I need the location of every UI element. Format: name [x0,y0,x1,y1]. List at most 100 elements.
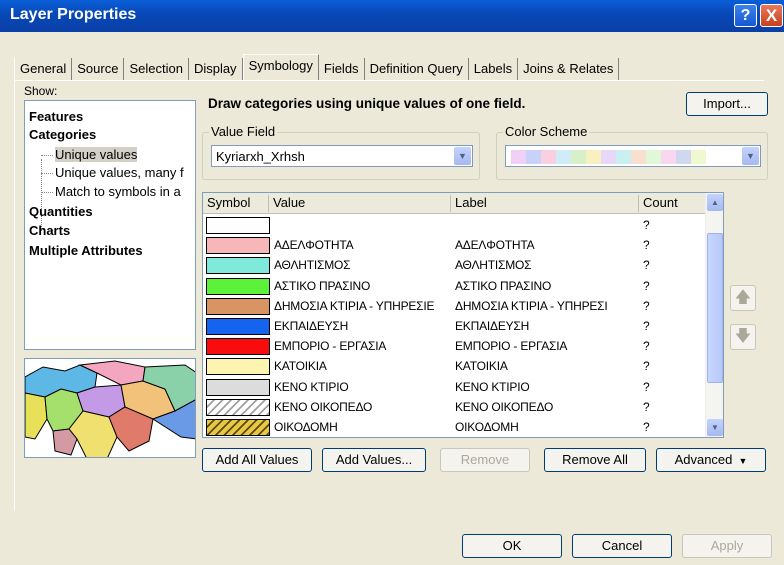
color-ramp-swatch [646,150,661,164]
map-preview [25,359,195,457]
color-scheme-select[interactable]: ▼ [505,145,761,167]
color-ramp-swatch [601,150,616,164]
tab-definition-query[interactable]: Definition Query [365,58,469,80]
remove-button[interactable]: Remove [440,448,530,472]
color-ramp-swatch [691,150,706,164]
tab-general[interactable]: General [14,58,73,80]
table-row[interactable]: ΚΕΝΟ ΚΤΙΡΙΟ ΚΕΝΟ ΚΤΙΡΙΟ? [203,377,706,398]
table-row[interactable]: ΟΙΚΟΔΟΜΗ ΟΙΚΟΔΟΜΗ? [203,417,706,437]
chevron-down-icon[interactable]: ▼ [454,147,471,165]
symbol-swatch[interactable] [206,419,270,436]
show-item-categories[interactable]: Categories [29,127,96,142]
show-item-charts[interactable]: Charts [29,223,70,238]
window-title: Layer Properties [10,6,137,23]
symbol-swatch[interactable] [206,257,270,275]
show-item-multiple-attributes[interactable]: Multiple Attributes [29,243,143,258]
show-item-features[interactable]: Features [29,109,83,124]
table-scrollbar[interactable]: ▲ ▼ [705,193,723,437]
color-ramp-swatch [586,150,601,164]
row-count: ? [643,399,650,414]
symbol-swatch[interactable] [206,237,270,255]
symbol-swatch[interactable] [206,378,270,396]
table-row[interactable]: ΑΘΛΗΤΙΣΜΟΣ ΑΘΛΗΤΙΣΜΟΣ? [203,255,706,276]
table-row[interactable]: ? [203,215,706,236]
table-row[interactable]: ΑΔΕΛΦΟΤΗΤΑ ΑΔΕΛΦΟΤΗΤΑ? [203,235,706,256]
show-item-unique-values-many[interactable]: Unique values, many f [55,165,184,180]
help-button[interactable]: ? [734,4,757,27]
value-field-value: Kyriarxh_Xrhsh [216,149,305,164]
row-label[interactable]: ΚΑΤΟΙΚΙΑ [455,359,643,373]
move-down-button[interactable]: 🡇 [730,324,756,350]
tab-fields[interactable]: Fields [319,58,365,80]
advanced-button[interactable]: Advanced ▼ [656,448,766,472]
import-button[interactable]: Import... [686,92,768,116]
scroll-up-icon[interactable]: ▲ [707,194,723,211]
col-count[interactable]: Count [639,195,706,212]
row-label[interactable]: ΟΙΚΟΔΟΜΗ [455,420,643,434]
row-count: ? [643,359,650,374]
symbol-swatch[interactable] [206,217,270,234]
row-count: ? [643,238,650,253]
row-label[interactable]: ΑΔΕΛΦΟΤΗΤΑ [455,238,643,252]
tab-symbology[interactable]: Symbology [242,54,319,80]
add-all-values-button[interactable]: Add All Values [202,448,312,472]
table-row[interactable]: ΕΚΠΑΙΔΕΥΣΗ ΕΚΠΑΙΔΕΥΣΗ? [203,316,706,337]
show-item-unique-values[interactable]: Unique values [55,147,138,162]
categories-table: Symbol Value Label Count ? ΑΔΕΛΦΟΤΗΤΑ ΑΔΕΛ… [202,192,724,438]
color-scheme-group: Color Scheme ▼ [496,124,768,180]
row-label[interactable]: ΔΗΜΟΣΙΑ ΚΤΙΡΙΑ - ΥΠΗΡΕΣΙ [455,299,643,313]
title-bar: Layer Properties ? X [0,0,784,32]
cancel-button[interactable]: Cancel [572,534,672,558]
row-value: ΑΣΤΙΚΟ ΠΡΑΣΙΝΟ [274,278,371,293]
color-ramp-swatch [616,150,631,164]
tab-display[interactable]: Display [189,58,243,80]
table-header: Symbol Value Label Count [203,193,706,214]
row-label[interactable]: ΑΣΤΙΚΟ ΠΡΑΣΙΝΟ [455,279,643,293]
tab-selection[interactable]: Selection [124,58,189,80]
value-field-label: Value Field [209,124,278,139]
symbol-swatch[interactable] [206,338,270,356]
row-label[interactable]: ΕΜΠΟΡΙΟ - ΕΡΓΑΣΙΑ [455,339,643,353]
move-up-button[interactable]: 🡅 [730,285,756,311]
table-row[interactable]: ΚΕΝΟ ΟΙΚΟΠΕΔΟ ΚΕΝΟ ΟΙΚΟΠΕΔΟ? [203,397,706,418]
tab-source[interactable]: Source [72,58,125,80]
table-row[interactable]: ΕΜΠΟΡΙΟ - ΕΡΓΑΣΙΑ ΕΜΠΟΡΙΟ - ΕΡΓΑΣΙΑ? [203,336,706,357]
table-row[interactable]: ΑΣΤΙΚΟ ΠΡΑΣΙΝΟ ΑΣΤΙΚΟ ΠΡΑΣΙΝΟ? [203,276,706,297]
color-ramp-swatch [526,150,541,164]
symbol-swatch[interactable] [206,297,270,315]
apply-button[interactable]: Apply [682,534,772,558]
table-row[interactable]: ΚΑΤΟΙΚΙΑ ΚΑΤΟΙΚΙΑ? [203,356,706,377]
scroll-down-icon[interactable]: ▼ [707,419,723,436]
chevron-down-icon[interactable]: ▼ [742,147,759,165]
col-symbol[interactable]: Symbol [203,195,269,212]
tab-joins-relates[interactable]: Joins & Relates [518,58,620,80]
col-label[interactable]: Label [451,195,639,212]
remove-all-button[interactable]: Remove All [544,448,646,472]
row-label[interactable]: ΕΚΠΑΙΔΕΥΣΗ [455,319,643,333]
row-label[interactable]: ΚΕΝΟ ΚΤΙΡΙΟ [455,380,643,394]
close-button[interactable]: X [760,4,783,27]
preview-image [24,358,196,458]
symbol-swatch[interactable] [206,277,270,295]
color-ramp-swatch [631,150,646,164]
tab-labels[interactable]: Labels [469,58,519,80]
ok-button[interactable]: OK [462,534,562,558]
symbol-swatch[interactable] [206,398,270,416]
value-field-select[interactable]: Kyriarxh_Xrhsh ▼ [211,145,473,167]
row-label[interactable]: ΚΕΝΟ ΟΙΚΟΠΕΔΟ [455,400,643,414]
row-value: ΚΕΝΟ ΚΤΙΡΙΟ [274,379,349,394]
row-count: ? [643,420,650,434]
color-ramp-swatch [541,150,556,164]
symbol-swatch[interactable] [206,318,270,335]
show-label: Show: [24,84,58,98]
scroll-thumb[interactable] [707,233,723,383]
col-value[interactable]: Value [269,195,451,212]
tab-bar: General Source Selection Display Symbolo… [14,54,620,80]
dropdown-arrow-icon: ▼ [736,456,748,466]
add-values-button[interactable]: Add Values... [322,448,426,472]
show-item-match-symbols[interactable]: Match to symbols in a [55,184,181,199]
table-row[interactable]: ΔΗΜΟΣΙΑ ΚΤΙΡΙΑ - ΥΠΗΡΕΣΙΕ ΔΗΜΟΣΙΑ ΚΤΙΡΙΑ … [203,296,706,317]
row-label[interactable]: ΑΘΛΗΤΙΣΜΟΣ [455,258,643,272]
show-item-quantities[interactable]: Quantities [29,204,93,219]
symbol-swatch[interactable] [206,358,270,376]
